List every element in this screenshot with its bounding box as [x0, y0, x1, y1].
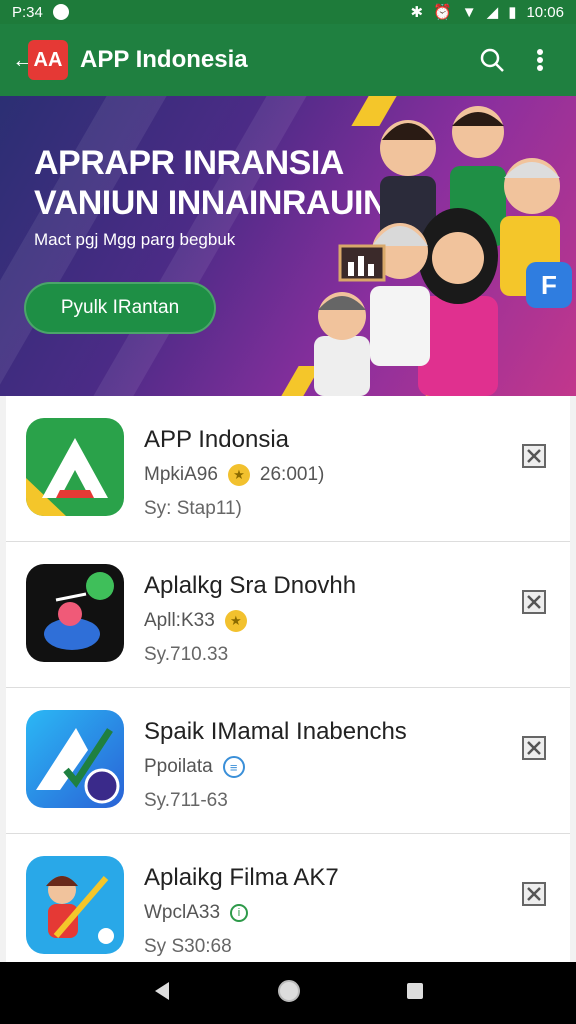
app-size: Sy: Stap11) [144, 498, 242, 519]
signal-icon: ◢ [486, 4, 499, 21]
app-developer: WpclA33 [144, 902, 221, 923]
nav-home-icon[interactable] [276, 978, 302, 1009]
app-size: Sy.711-63 [144, 790, 228, 811]
app-developer: MpkiA96 [144, 464, 218, 485]
app-developer: Ppoilata [144, 756, 213, 777]
app-meta: Ppoilata ≡ [144, 756, 245, 778]
close-icon[interactable] [522, 444, 546, 468]
app-name: APP Indonsia [144, 426, 289, 453]
status-time-right: 10:06 [526, 3, 564, 21]
info-icon: i [230, 904, 249, 922]
app-icon-aplalkg [26, 564, 124, 662]
app-icon-spaik [26, 710, 124, 808]
list-item[interactable]: Spaik IMamal Inabenchs Ppoilata ≡ Sy.711… [6, 688, 570, 834]
search-icon[interactable] [468, 36, 516, 84]
app-name: Aplalkg Sra Dnovhh [144, 572, 357, 599]
app-size: Sy.710.33 [144, 644, 229, 665]
status-bar: P:34 ✱ ⏰ ▼ ◢ ▮ 10:06 [0, 0, 576, 24]
app-size: Sy S30:68 [144, 936, 232, 957]
close-icon[interactable] [522, 590, 546, 614]
nav-back-icon[interactable] [151, 980, 173, 1007]
app-icon-app-indonesia [26, 418, 124, 516]
promo-banner[interactable]: APRAPR INRANSIA VANIUN INNAINRAUIN Mact … [0, 96, 576, 396]
list-item[interactable]: APP Indonsia MpkiA96 ★ 26:001) Sy: Stap1… [6, 396, 570, 542]
app-list: APP Indonsia MpkiA96 ★ 26:001) Sy: Stap1… [6, 396, 570, 962]
wifi-icon: ▼ [461, 3, 477, 21]
app-name: Aplaikg Filma AK7 [144, 864, 339, 891]
app-logo: AA [28, 40, 68, 80]
banner-characters-illustration: F [314, 106, 572, 396]
banner-cta-button[interactable]: Pyulk IRantan [24, 282, 216, 334]
list-item[interactable]: Aplaikg Filma AK7 WpclA33 i Sy S30:68 [6, 834, 570, 980]
battery-icon: ▮ [508, 4, 517, 21]
app-meta: MpkiA96 ★ 26:001) [144, 464, 324, 486]
system-nav-bar [0, 962, 576, 1024]
close-icon[interactable] [522, 882, 546, 906]
app-meta: WpclA33 i [144, 902, 249, 924]
app-bar: ← AA APP Indonesia [0, 24, 576, 96]
bluetooth-icon: ✱ [410, 4, 424, 21]
app-name: Spaik IMamal Inabenchs [144, 718, 407, 745]
star-icon: ★ [224, 610, 247, 632]
close-icon[interactable] [522, 736, 546, 760]
list-item[interactable]: Aplalkg Sra Dnovhh Apll:K33 ★ Sy.710.33 [6, 542, 570, 688]
star-icon: ★ [227, 464, 250, 486]
notification-dot-icon [52, 4, 69, 20]
alarm-icon: ⏰ [433, 4, 452, 21]
more-vert-icon[interactable] [516, 36, 564, 84]
app-developer: Apll:K33 [144, 610, 215, 631]
app-rating: 26:001) [259, 464, 325, 485]
status-time-left: P:34 [12, 3, 43, 21]
banner-headline-1: APRAPR INRANSIA [34, 144, 344, 182]
app-meta: Apll:K33 ★ [144, 610, 247, 632]
verified-icon: ≡ [222, 756, 245, 778]
app-title: APP Indonesia [80, 46, 248, 73]
app-icon-aplaikg-filma [26, 856, 124, 954]
banner-subtitle: Mact pgj Mgg parg begbuk [34, 230, 236, 249]
nav-recents-icon[interactable] [405, 981, 425, 1006]
svg-text:F: F [541, 270, 557, 300]
